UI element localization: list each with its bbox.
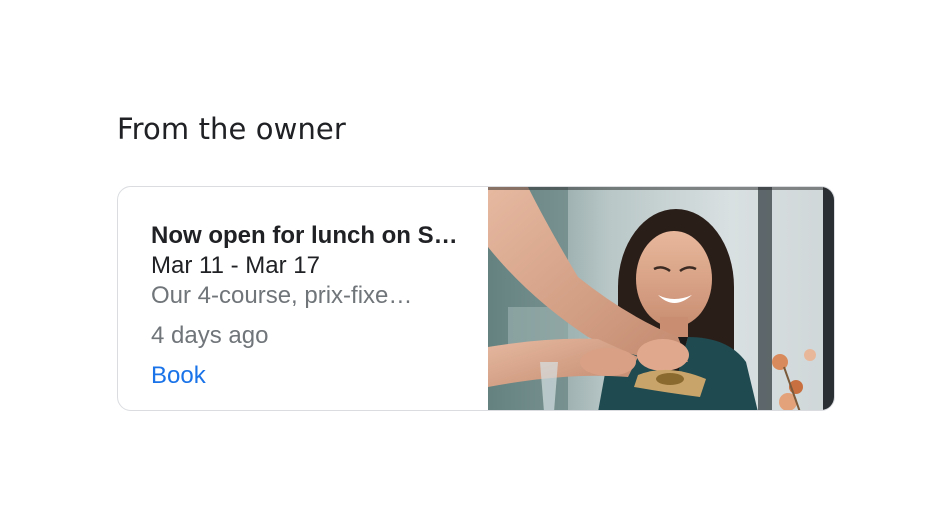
owner-post-card[interactable]: Now open for lunch on S… Mar 11 - Mar 17… — [117, 186, 835, 411]
section-title: From the owner — [117, 112, 346, 146]
post-text-block: Now open for lunch on S… Mar 11 - Mar 17… — [151, 221, 471, 391]
from-the-owner-section: From the owner Now open for lunch on S… … — [117, 110, 837, 411]
post-photo[interactable] — [488, 187, 834, 410]
post-snippet: Our 4-course, prix-fixe… — [151, 282, 413, 309]
book-link[interactable]: Book — [151, 361, 206, 391]
post-dates: Mar 11 - Mar 17 — [151, 252, 320, 279]
post-title: Now open for lunch on S… — [151, 222, 458, 249]
post-timestamp: 4 days ago — [151, 322, 269, 349]
